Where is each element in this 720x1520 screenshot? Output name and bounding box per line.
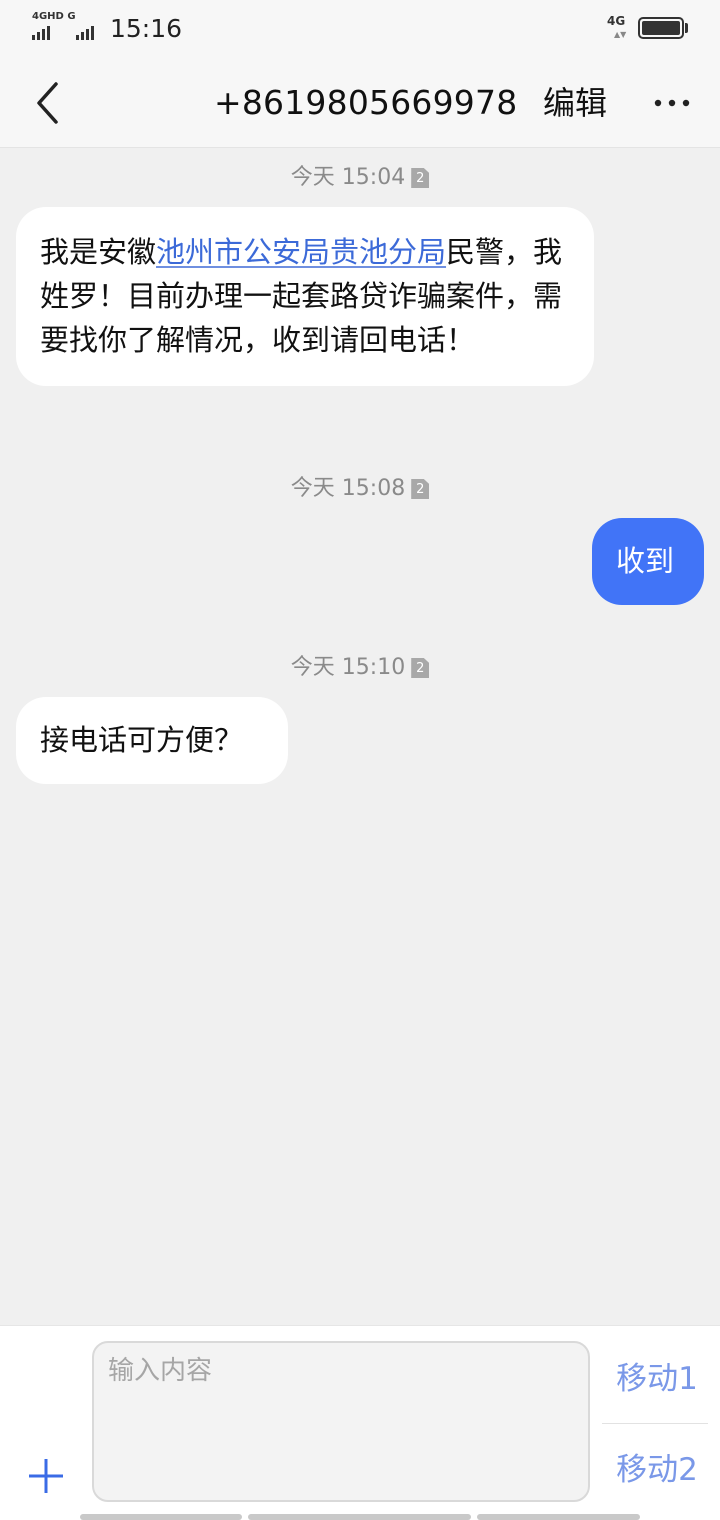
signal-bars-icon bbox=[32, 26, 50, 40]
send-sim2-button[interactable]: 移动2 bbox=[604, 1450, 710, 1490]
message-timestamp: 今天 15:08 2 bbox=[0, 474, 720, 504]
send-divider bbox=[602, 1423, 708, 1424]
status-time: 15:16 bbox=[110, 14, 183, 43]
message-text: 我是安徽 bbox=[40, 235, 157, 269]
message-composer: 移动1 移动2 bbox=[0, 1325, 720, 1520]
more-options-button[interactable] bbox=[652, 88, 692, 118]
incoming-message-bubble[interactable]: 我是安徽池州市公安局贵池分局民警，我姓罗！目前办理一起套路贷诈骗案件，需要找你了… bbox=[16, 207, 594, 386]
message-timestamp: 今天 15:10 2 bbox=[0, 653, 720, 683]
message-link[interactable]: 池州市公安局贵池分局 bbox=[156, 235, 446, 269]
sim-card-icon: 2 bbox=[411, 168, 430, 188]
edit-button[interactable]: 编辑 bbox=[543, 82, 607, 124]
message-timestamp: 今天 15:04 2 bbox=[0, 163, 720, 193]
contact-number-title: +8619805669978 bbox=[214, 83, 518, 122]
plus-icon bbox=[29, 1459, 63, 1493]
navigation-gesture-bar bbox=[0, 1514, 720, 1520]
more-dots-icon bbox=[654, 99, 690, 107]
sim-card-icon: 2 bbox=[411, 479, 430, 499]
network-type: 4G bbox=[607, 14, 626, 28]
battery-icon bbox=[638, 17, 684, 39]
send-sim1-button[interactable]: 移动1 bbox=[604, 1359, 710, 1399]
status-bar: 4GHD G 15:16 4G ▲▼ bbox=[0, 0, 720, 58]
sim-card-icon: 2 bbox=[411, 658, 430, 678]
signal-bars-icon bbox=[76, 26, 94, 40]
timestamp-text: 今天 15:10 bbox=[290, 655, 406, 680]
outgoing-message-bubble[interactable]: 收到 bbox=[592, 518, 704, 605]
timestamp-text: 今天 15:08 bbox=[290, 476, 406, 501]
data-activity-icon: ▲▼ bbox=[614, 30, 627, 39]
message-text: 接电话可方便？ bbox=[40, 723, 244, 757]
timestamp-text: 今天 15:04 bbox=[290, 165, 406, 190]
incoming-message-bubble[interactable]: 接电话可方便？ bbox=[16, 697, 288, 784]
back-button[interactable] bbox=[30, 80, 70, 126]
chevron-left-icon bbox=[37, 82, 58, 124]
sim1-network-label: 4GHD G bbox=[32, 11, 76, 22]
message-input[interactable] bbox=[92, 1341, 590, 1502]
attach-button[interactable] bbox=[26, 1456, 66, 1496]
conversation-header: +8619805669978 编辑 bbox=[0, 58, 720, 148]
battery-tip bbox=[685, 23, 688, 33]
message-text: 收到 bbox=[616, 544, 675, 578]
